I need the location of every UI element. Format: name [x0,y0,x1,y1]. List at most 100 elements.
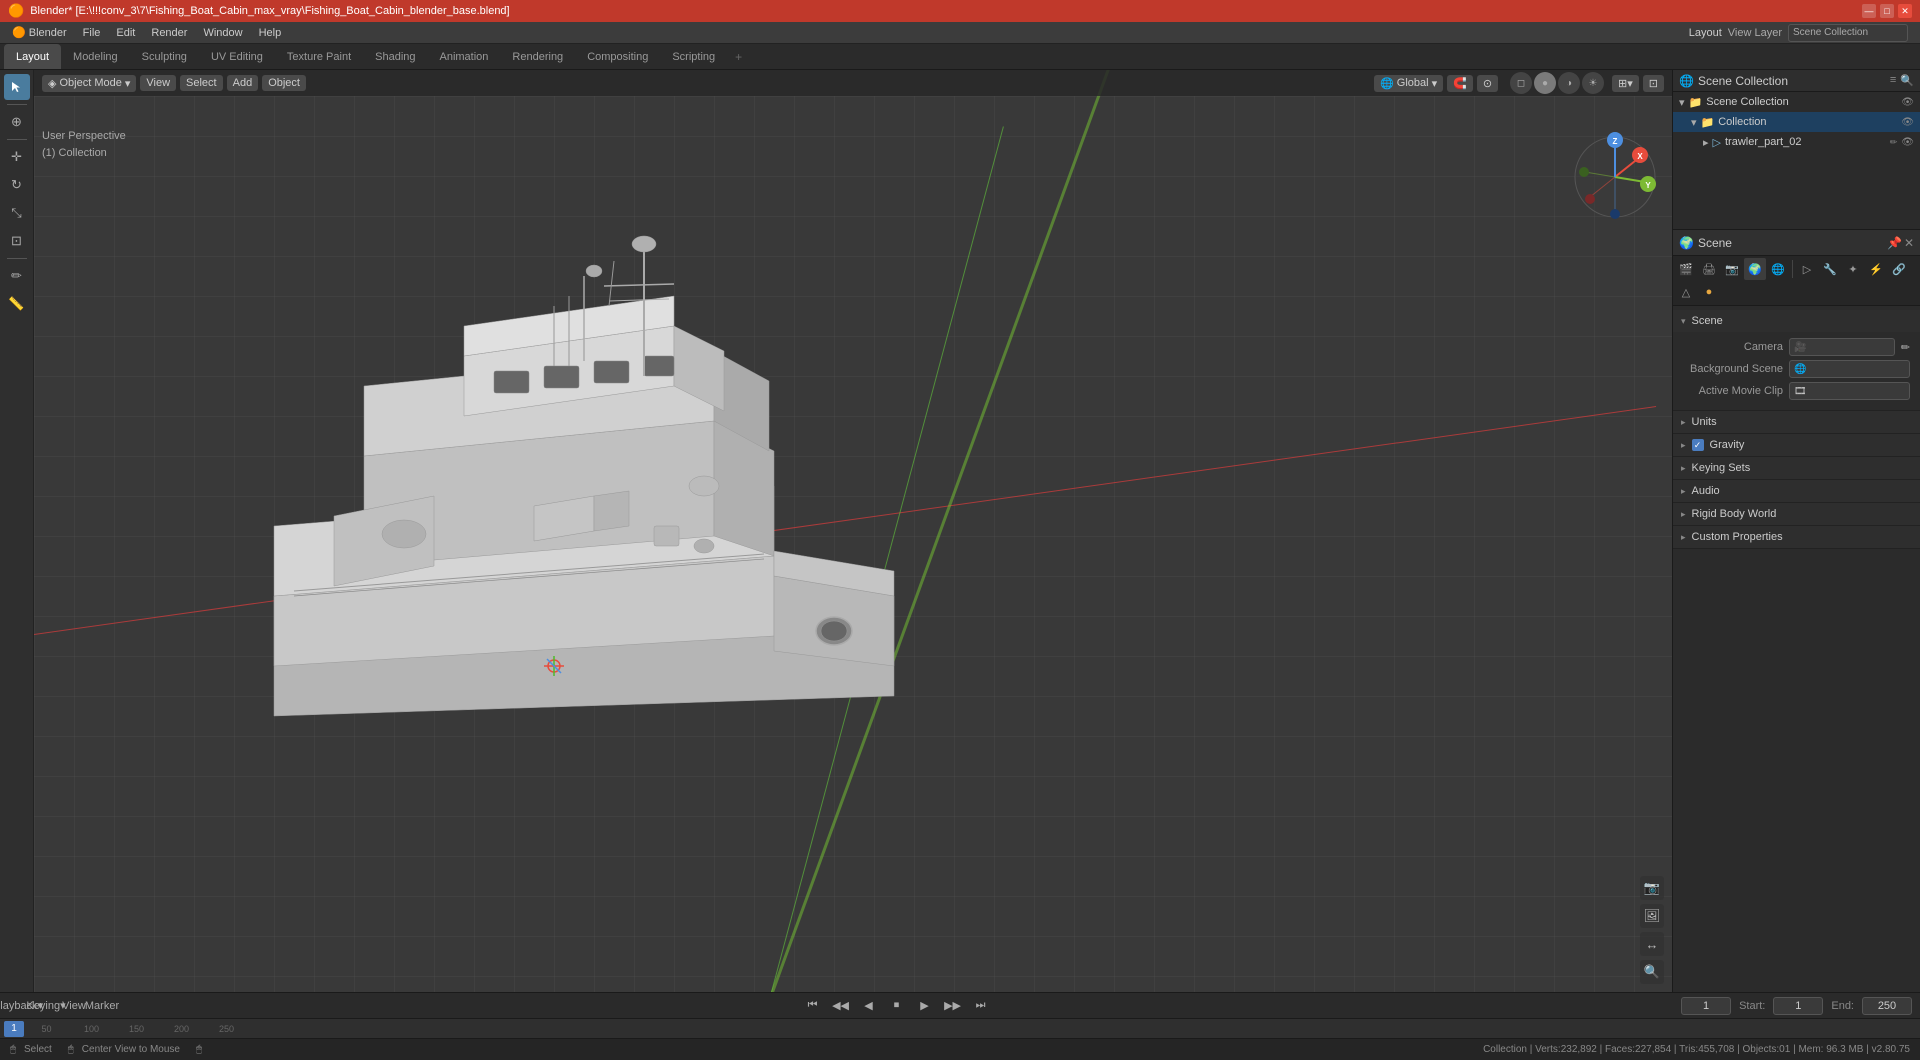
props-output-icon[interactable]: 🖨 [1698,258,1720,280]
tab-sculpting[interactable]: Sculpting [130,44,199,69]
viewport-snap-button[interactable]: 🧲 [1447,75,1473,92]
props-data-icon[interactable]: △ [1675,281,1697,303]
tab-compositing[interactable]: Compositing [575,44,660,69]
cursor-tool[interactable]: ⊕ [4,109,30,135]
viewport-view-button[interactable]: View [140,75,176,91]
jump-end-btn[interactable]: ⏭ [971,997,991,1015]
outliner-item-collection[interactable]: ▾ 📁 Collection 👁 [1673,112,1920,132]
menu-edit[interactable]: Edit [108,25,143,41]
props-constraints-icon[interactable]: 🔗 [1888,258,1910,280]
props-pin-btn[interactable]: 📌 [1887,236,1902,250]
viewport-mode-button[interactable]: ◈ Object Mode ▾ [42,75,136,92]
bg-scene-value[interactable]: 🌐 [1789,360,1910,378]
custom-properties-section-header[interactable]: ▸ Custom Properties [1673,526,1920,548]
outliner-item-trawler[interactable]: ▸ ▷ trawler_part_02 ✏ 👁 [1673,132,1920,152]
viewport-add-button[interactable]: Add [227,75,259,91]
props-material-icon[interactable]: ● [1698,281,1720,303]
nav-gizmo[interactable]: X Y Z [1570,132,1660,222]
keying-sets-section-header[interactable]: ▸ Keying Sets [1673,457,1920,479]
scene-collection-eye-icon[interactable]: 👁 [1901,97,1914,108]
tab-texture-paint[interactable]: Texture Paint [275,44,363,69]
rendered-shading-btn[interactable]: ☀ [1582,72,1604,94]
timeline-keying-btn[interactable]: Keying ▾ [36,997,56,1015]
menu-help[interactable]: Help [251,25,290,41]
start-frame-input[interactable]: 1 [1773,997,1823,1015]
tab-layout[interactable]: Layout [4,44,61,69]
menu-render[interactable]: Render [143,25,195,41]
viewport-global-button[interactable]: 🌐 Global ▾ [1374,75,1443,92]
props-close-btn[interactable]: ✕ [1904,236,1914,250]
tab-rendering[interactable]: Rendering [500,44,575,69]
props-world-icon[interactable]: 🌐 [1767,258,1789,280]
props-particles-icon[interactable]: ✦ [1842,258,1864,280]
maximize-button[interactable]: □ [1880,4,1894,18]
props-modifier-icon[interactable]: 🔧 [1819,258,1841,280]
move-tool[interactable]: ✛ [4,144,30,170]
props-physics-icon[interactable]: ⚡ [1865,258,1887,280]
timeline-view-btn[interactable]: View [64,997,84,1015]
viewport-proportional-button[interactable]: ⊙ [1477,75,1498,92]
trawler-eye-icon[interactable]: 👁 [1901,137,1914,148]
gravity-section-header[interactable]: ▸ ✓ Gravity [1673,434,1920,456]
outliner-filter-btn[interactable]: ≡ [1890,74,1896,87]
overlays-button[interactable]: ⊞▾ [1612,75,1639,92]
props-render-icon[interactable]: 🎬 [1675,258,1697,280]
stop-btn[interactable]: ⏹ [887,997,907,1015]
transform-gizmo-btn[interactable]: ↔ [1640,932,1664,956]
transform-tool[interactable]: ⊡ [4,228,30,254]
xray-button[interactable]: ⊡ [1643,75,1664,92]
outliner-item-scene-collection[interactable]: ▾ 📁 Scene Collection 👁 [1673,92,1920,112]
view-layer-dropdown[interactable]: Scene Collection [1788,24,1908,42]
play-btn[interactable]: ▶ [915,997,935,1015]
menu-blender[interactable]: 🟠 Blender [4,24,75,41]
viewport[interactable]: ◈ Object Mode ▾ View Select Add Object 🌐… [34,70,1672,992]
props-view-layer-icon[interactable]: 📷 [1721,258,1743,280]
frame-ruler[interactable]: 1 50 100 150 200 250 [0,1018,1920,1038]
rigid-body-world-section-header[interactable]: ▸ Rigid Body World [1673,503,1920,525]
step-back-btn[interactable]: ◀ [859,997,879,1015]
props-scene-icon[interactable]: 🌍 [1744,258,1766,280]
select-tool[interactable] [4,74,30,100]
current-frame-input[interactable]: 1 [1681,997,1731,1015]
material-shading-btn[interactable]: ◑ [1558,72,1580,94]
add-workspace-button[interactable]: + [727,44,750,69]
solid-shading-btn[interactable]: ● [1534,72,1556,94]
minimize-button[interactable]: — [1862,4,1876,18]
camera-btn[interactable]: 📷 [1640,876,1664,900]
wireframe-shading-btn[interactable]: ◻ [1510,72,1532,94]
tab-modeling[interactable]: Modeling [61,44,130,69]
audio-section-header[interactable]: ▸ Audio [1673,480,1920,502]
scene-section-header[interactable]: ▾ Scene [1673,310,1920,332]
viewport-object-button[interactable]: Object [262,75,306,91]
viewport-select-button[interactable]: Select [180,75,223,91]
menu-window[interactable]: Window [195,25,250,41]
timeline-playback-btn[interactable]: Playback ▾ [8,997,28,1015]
search-btn[interactable]: 🔍 [1640,960,1664,984]
close-button[interactable]: ✕ [1898,4,1912,18]
rotate-tool[interactable]: ↻ [4,172,30,198]
units-section-header[interactable]: ▸ Units [1673,411,1920,433]
jump-back-btn[interactable]: ◀◀ [831,997,851,1015]
annotate-tool[interactable]: ✏ [4,263,30,289]
step-forward-btn[interactable]: ▶▶ [943,997,963,1015]
scale-tool[interactable]: ⤡ [4,200,30,226]
end-frame-input[interactable]: 250 [1862,997,1912,1015]
props-object-icon[interactable]: ▷ [1796,258,1818,280]
gravity-checkbox[interactable]: ✓ [1692,439,1704,451]
movie-clip-value[interactable]: 🎞 [1789,382,1910,400]
timeline-marker-btn[interactable]: Marker [92,997,112,1015]
camera-value[interactable]: 🎥 [1789,338,1895,356]
tab-shading[interactable]: Shading [363,44,427,69]
tab-uv-editing[interactable]: UV Editing [199,44,275,69]
tab-scripting[interactable]: Scripting [660,44,727,69]
collection-eye-icon[interactable]: 👁 [1901,117,1914,128]
measure-tool[interactable]: 📏 [4,291,30,317]
menu-file[interactable]: File [75,25,109,41]
render-preview-btn[interactable]: 🖼 [1640,904,1664,928]
tab-animation[interactable]: Animation [428,44,501,69]
title-bar-controls[interactable]: — □ ✕ [1862,4,1912,18]
outliner-search-btn[interactable]: 🔍 [1900,74,1914,87]
jump-start-btn[interactable]: ⏮ [803,997,823,1015]
camera-edit-icon[interactable]: ✏ [1901,341,1910,354]
trawler-edit-icon[interactable]: ✏ [1890,137,1898,148]
